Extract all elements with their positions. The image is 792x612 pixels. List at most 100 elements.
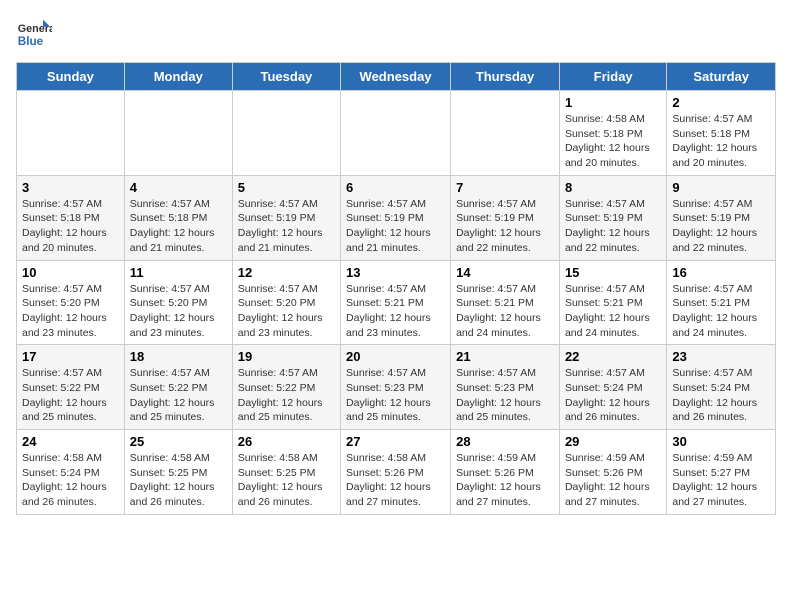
day-info: Sunrise: 4:57 AM Sunset: 5:22 PM Dayligh… <box>22 366 119 425</box>
day-number: 16 <box>672 265 770 280</box>
day-info: Sunrise: 4:57 AM Sunset: 5:22 PM Dayligh… <box>238 366 335 425</box>
day-header-friday: Friday <box>559 63 666 91</box>
day-info: Sunrise: 4:57 AM Sunset: 5:20 PM Dayligh… <box>238 282 335 341</box>
day-info: Sunrise: 4:58 AM Sunset: 5:18 PM Dayligh… <box>565 112 661 171</box>
day-number: 4 <box>130 180 227 195</box>
header: GeneralBlue <box>16 16 776 52</box>
day-info: Sunrise: 4:59 AM Sunset: 5:27 PM Dayligh… <box>672 451 770 510</box>
day-number: 25 <box>130 434 227 449</box>
calendar-header-row: SundayMondayTuesdayWednesdayThursdayFrid… <box>17 63 776 91</box>
day-number: 6 <box>346 180 445 195</box>
calendar-cell <box>17 91 125 176</box>
calendar-cell: 24 Sunrise: 4:58 AM Sunset: 5:24 PM Dayli… <box>17 430 125 515</box>
day-info: Sunrise: 4:59 AM Sunset: 5:26 PM Dayligh… <box>565 451 661 510</box>
day-info: Sunrise: 4:57 AM Sunset: 5:19 PM Dayligh… <box>672 197 770 256</box>
day-info: Sunrise: 4:57 AM Sunset: 5:24 PM Dayligh… <box>565 366 661 425</box>
day-number: 21 <box>456 349 554 364</box>
day-info: Sunrise: 4:58 AM Sunset: 5:26 PM Dayligh… <box>346 451 445 510</box>
day-number: 30 <box>672 434 770 449</box>
day-number: 15 <box>565 265 661 280</box>
day-info: Sunrise: 4:57 AM Sunset: 5:23 PM Dayligh… <box>346 366 445 425</box>
day-header-tuesday: Tuesday <box>232 63 340 91</box>
svg-text:Blue: Blue <box>18 35 44 48</box>
calendar-week-5: 24 Sunrise: 4:58 AM Sunset: 5:24 PM Dayli… <box>17 430 776 515</box>
calendar-cell: 29 Sunrise: 4:59 AM Sunset: 5:26 PM Dayli… <box>559 430 666 515</box>
day-number: 10 <box>22 265 119 280</box>
calendar-cell: 28 Sunrise: 4:59 AM Sunset: 5:26 PM Dayli… <box>451 430 560 515</box>
day-info: Sunrise: 4:57 AM Sunset: 5:20 PM Dayligh… <box>22 282 119 341</box>
calendar-cell: 1 Sunrise: 4:58 AM Sunset: 5:18 PM Daylig… <box>559 91 666 176</box>
day-info: Sunrise: 4:57 AM Sunset: 5:23 PM Dayligh… <box>456 366 554 425</box>
day-number: 20 <box>346 349 445 364</box>
calendar-cell: 11 Sunrise: 4:57 AM Sunset: 5:20 PM Dayli… <box>124 260 232 345</box>
day-info: Sunrise: 4:57 AM Sunset: 5:24 PM Dayligh… <box>672 366 770 425</box>
calendar-cell <box>451 91 560 176</box>
logo-icon: GeneralBlue <box>16 16 52 52</box>
day-number: 1 <box>565 95 661 110</box>
calendar-cell: 27 Sunrise: 4:58 AM Sunset: 5:26 PM Dayli… <box>341 430 451 515</box>
day-number: 7 <box>456 180 554 195</box>
day-info: Sunrise: 4:57 AM Sunset: 5:21 PM Dayligh… <box>346 282 445 341</box>
calendar-cell: 25 Sunrise: 4:58 AM Sunset: 5:25 PM Dayli… <box>124 430 232 515</box>
day-info: Sunrise: 4:58 AM Sunset: 5:25 PM Dayligh… <box>130 451 227 510</box>
logo: GeneralBlue <box>16 16 52 52</box>
day-header-saturday: Saturday <box>667 63 776 91</box>
calendar-cell <box>124 91 232 176</box>
calendar-cell: 3Sunrise: 4:57 AM Sunset: 5:18 PM Daylig… <box>17 175 125 260</box>
day-number: 8 <box>565 180 661 195</box>
day-number: 9 <box>672 180 770 195</box>
calendar-cell: 26 Sunrise: 4:58 AM Sunset: 5:25 PM Dayli… <box>232 430 340 515</box>
calendar-cell: 17 Sunrise: 4:57 AM Sunset: 5:22 PM Dayli… <box>17 345 125 430</box>
day-number: 22 <box>565 349 661 364</box>
calendar-week-1: 1 Sunrise: 4:58 AM Sunset: 5:18 PM Daylig… <box>17 91 776 176</box>
day-number: 14 <box>456 265 554 280</box>
calendar-cell: 16 Sunrise: 4:57 AM Sunset: 5:21 PM Dayli… <box>667 260 776 345</box>
day-info: Sunrise: 4:57 AM Sunset: 5:22 PM Dayligh… <box>130 366 227 425</box>
calendar-cell: 18 Sunrise: 4:57 AM Sunset: 5:22 PM Dayli… <box>124 345 232 430</box>
day-number: 27 <box>346 434 445 449</box>
calendar-week-3: 10 Sunrise: 4:57 AM Sunset: 5:20 PM Dayli… <box>17 260 776 345</box>
calendar-cell: 23Sunrise: 4:57 AM Sunset: 5:24 PM Dayli… <box>667 345 776 430</box>
day-header-monday: Monday <box>124 63 232 91</box>
day-number: 17 <box>22 349 119 364</box>
day-info: Sunrise: 4:57 AM Sunset: 5:20 PM Dayligh… <box>130 282 227 341</box>
calendar-cell: 10 Sunrise: 4:57 AM Sunset: 5:20 PM Dayli… <box>17 260 125 345</box>
day-number: 12 <box>238 265 335 280</box>
calendar-cell <box>341 91 451 176</box>
day-number: 3 <box>22 180 119 195</box>
day-number: 13 <box>346 265 445 280</box>
calendar-cell: 19 Sunrise: 4:57 AM Sunset: 5:22 PM Dayli… <box>232 345 340 430</box>
day-number: 5 <box>238 180 335 195</box>
day-info: Sunrise: 4:57 AM Sunset: 5:19 PM Dayligh… <box>456 197 554 256</box>
day-number: 11 <box>130 265 227 280</box>
calendar-cell <box>232 91 340 176</box>
day-number: 18 <box>130 349 227 364</box>
calendar-cell: 14 Sunrise: 4:57 AM Sunset: 5:21 PM Dayli… <box>451 260 560 345</box>
day-info: Sunrise: 4:58 AM Sunset: 5:25 PM Dayligh… <box>238 451 335 510</box>
day-number: 2 <box>672 95 770 110</box>
day-info: Sunrise: 4:57 AM Sunset: 5:21 PM Dayligh… <box>565 282 661 341</box>
day-number: 24 <box>22 434 119 449</box>
day-info: Sunrise: 4:58 AM Sunset: 5:24 PM Dayligh… <box>22 451 119 510</box>
calendar-cell: 9 Sunrise: 4:57 AM Sunset: 5:19 PM Daylig… <box>667 175 776 260</box>
calendar-cell: 6Sunrise: 4:57 AM Sunset: 5:19 PM Daylig… <box>341 175 451 260</box>
calendar-cell: 12 Sunrise: 4:57 AM Sunset: 5:20 PM Dayli… <box>232 260 340 345</box>
day-number: 26 <box>238 434 335 449</box>
calendar-cell: 8Sunrise: 4:57 AM Sunset: 5:19 PM Daylig… <box>559 175 666 260</box>
calendar-cell: 4 Sunrise: 4:57 AM Sunset: 5:18 PM Daylig… <box>124 175 232 260</box>
day-header-wednesday: Wednesday <box>341 63 451 91</box>
day-info: Sunrise: 4:59 AM Sunset: 5:26 PM Dayligh… <box>456 451 554 510</box>
day-number: 19 <box>238 349 335 364</box>
calendar-table: SundayMondayTuesdayWednesdayThursdayFrid… <box>16 62 776 515</box>
calendar-week-2: 3 Sunrise: 4:57 AM Sunset: 5:18 PM Daylig… <box>17 175 776 260</box>
day-info: Sunrise: 4:57 AM Sunset: 5:18 PM Dayligh… <box>672 112 770 171</box>
calendar-week-4: 17 Sunrise: 4:57 AM Sunset: 5:22 PM Dayli… <box>17 345 776 430</box>
day-info: Sunrise: 4:57 AM Sunset: 5:21 PM Dayligh… <box>672 282 770 341</box>
day-number: 29 <box>565 434 661 449</box>
day-info: Sunrise: 4:57 AM Sunset: 5:19 PM Dayligh… <box>238 197 335 256</box>
calendar-cell: 22 Sunrise: 4:57 AM Sunset: 5:24 PM Dayli… <box>559 345 666 430</box>
calendar-cell: 21 Sunrise: 4:57 AM Sunset: 5:23 PM Dayli… <box>451 345 560 430</box>
day-number: 28 <box>456 434 554 449</box>
day-info: Sunrise: 4:57 AM Sunset: 5:18 PM Dayligh… <box>130 197 227 256</box>
day-info: Sunrise: 4:57 AM Sunset: 5:21 PM Dayligh… <box>456 282 554 341</box>
